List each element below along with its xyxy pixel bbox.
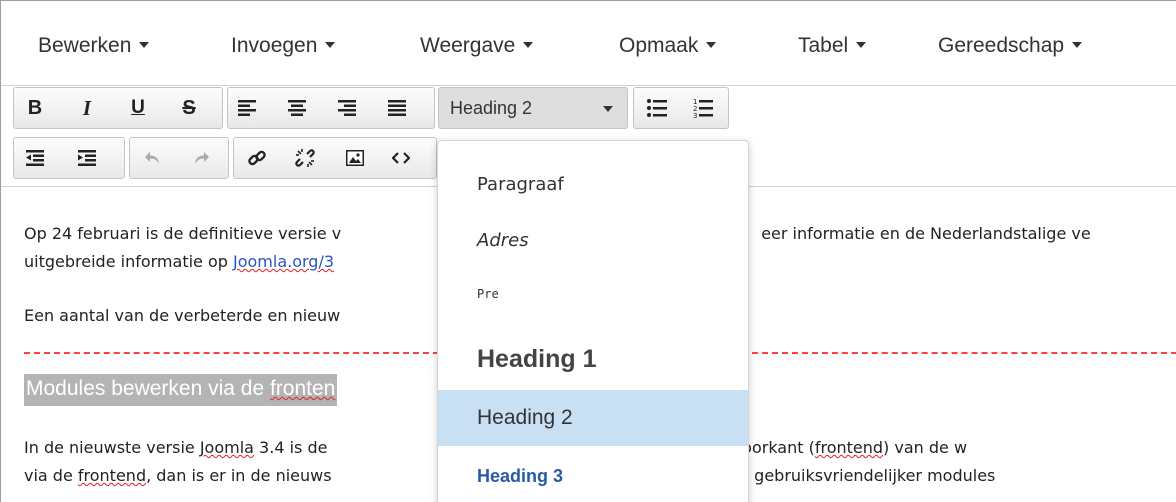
menu-bewerken-label: Bewerken bbox=[38, 34, 132, 57]
align-justify-icon bbox=[388, 100, 406, 116]
align-center-button[interactable] bbox=[280, 88, 314, 128]
format-option-label: Heading 2 bbox=[477, 406, 573, 429]
format-option-heading-2[interactable]: Heading 2 bbox=[438, 390, 748, 446]
menu-opmaak[interactable]: Opmaak bbox=[619, 33, 717, 59]
text-fragment: via de bbox=[24, 466, 78, 485]
svg-text:3: 3 bbox=[693, 112, 697, 118]
strikethrough-button[interactable]: S bbox=[172, 88, 206, 128]
text-fragment: fronten bbox=[269, 377, 336, 400]
align-right-icon bbox=[338, 100, 356, 116]
outdent-icon bbox=[26, 150, 44, 166]
alignment-group bbox=[227, 87, 435, 129]
bullet-list-button[interactable] bbox=[640, 88, 674, 128]
menu-tabel-label: Tabel bbox=[798, 34, 849, 57]
align-right-button[interactable] bbox=[330, 88, 364, 128]
redo-button[interactable] bbox=[184, 138, 218, 178]
text-fragment: , dan is er in de nieuws bbox=[146, 466, 332, 485]
link-icon bbox=[248, 150, 266, 166]
text-fragment: In de nieuwste versie bbox=[24, 438, 200, 457]
format-option-adres[interactable]: Adres bbox=[438, 212, 748, 268]
paragraph-2: Een aantal van de verbeterde en nieuw bbox=[24, 306, 340, 325]
indent-button[interactable] bbox=[70, 138, 104, 178]
caret-down-icon bbox=[325, 42, 336, 48]
format-option-label: Adres bbox=[477, 229, 529, 251]
format-option-paragraaf[interactable]: Paragraaf bbox=[438, 156, 748, 212]
bullet-list-icon bbox=[647, 99, 667, 117]
underline-glyph: U bbox=[131, 97, 145, 118]
insert-image-button[interactable] bbox=[338, 138, 372, 178]
caret-down-icon bbox=[706, 42, 717, 48]
menu-invoegen-label: Invoegen bbox=[231, 34, 318, 57]
caret-down-icon bbox=[523, 42, 534, 48]
align-left-button[interactable] bbox=[230, 88, 264, 128]
format-option-label: Pre bbox=[477, 287, 499, 301]
format-option-label: Heading 1 bbox=[477, 344, 597, 373]
caret-down-icon bbox=[1072, 42, 1083, 48]
toolbar-row-1: B I U S Heading 2 1 2 3 bbox=[1, 87, 1176, 129]
format-dropdown-menu: Paragraaf Adres Pre Heading 1 Heading 2 … bbox=[437, 140, 749, 502]
image-icon bbox=[346, 150, 364, 166]
menu-opmaak-label: Opmaak bbox=[619, 34, 699, 57]
italic-button[interactable]: I bbox=[70, 88, 104, 128]
align-left-icon bbox=[238, 100, 256, 116]
text-fragment: uitgebreide informatie op bbox=[24, 252, 233, 271]
menu-bar: Bewerken Invoegen Weergave Opmaak Tabel … bbox=[1, 1, 1176, 86]
text-style-group: B I U S bbox=[13, 87, 223, 129]
caret-down-icon bbox=[856, 42, 867, 48]
format-option-label: Paragraaf bbox=[477, 173, 564, 195]
bold-button[interactable]: B bbox=[18, 88, 52, 128]
format-option-heading-3[interactable]: Heading 3 bbox=[438, 448, 748, 502]
menu-bewerken[interactable]: Bewerken bbox=[38, 33, 150, 59]
indent-group bbox=[13, 137, 125, 179]
unlink-icon bbox=[295, 149, 315, 167]
bold-glyph: B bbox=[27, 96, 43, 119]
text-fragment: ) van de w bbox=[883, 438, 968, 457]
format-option-label: Heading 3 bbox=[477, 465, 564, 486]
insert-group bbox=[233, 137, 437, 179]
insert-link-button[interactable] bbox=[240, 138, 274, 178]
format-select[interactable]: Heading 2 bbox=[438, 87, 628, 129]
format-option-heading-1[interactable]: Heading 1 bbox=[438, 331, 748, 387]
caret-down-icon bbox=[139, 42, 150, 48]
align-justify-button[interactable] bbox=[380, 88, 414, 128]
list-group: 123 bbox=[633, 87, 729, 129]
menu-invoegen[interactable]: Invoegen bbox=[231, 33, 336, 59]
undo-button[interactable] bbox=[136, 138, 170, 178]
caret-down-icon bbox=[603, 106, 613, 112]
text-fragment: frontend bbox=[77, 466, 147, 485]
menu-tabel[interactable]: Tabel bbox=[798, 33, 867, 59]
selected-heading[interactable]: Modules bewerken via de fronten bbox=[24, 374, 338, 406]
text-fragment: eer informatie en de Nederlandstalige ve bbox=[761, 224, 1091, 243]
history-group bbox=[129, 137, 229, 179]
unlink-button[interactable] bbox=[288, 138, 322, 178]
menu-gereedschap[interactable]: Gereedschap bbox=[938, 33, 1083, 59]
undo-icon bbox=[145, 152, 159, 164]
menu-gereedschap-label: Gereedschap bbox=[938, 34, 1065, 57]
text-fragment: frontend bbox=[814, 438, 884, 457]
italic-glyph: I bbox=[82, 95, 92, 120]
numbered-list-button[interactable]: 123 bbox=[686, 88, 720, 128]
joomla-link[interactable]: Joomla.org/3 bbox=[233, 252, 334, 271]
strikethrough-glyph: S bbox=[182, 96, 196, 119]
indent-icon bbox=[78, 150, 96, 166]
menu-weergave-label: Weergave bbox=[420, 34, 516, 57]
numbered-list-icon: 123 bbox=[693, 98, 713, 118]
source-code-button[interactable] bbox=[384, 138, 418, 178]
menu-weergave[interactable]: Weergave bbox=[420, 33, 534, 59]
format-option-pre[interactable]: Pre bbox=[438, 266, 748, 322]
text-fragment: Op 24 februari is de definitieve versie … bbox=[24, 224, 342, 243]
code-icon bbox=[392, 152, 410, 164]
redo-icon bbox=[195, 152, 209, 164]
text-fragment: 3.4 is de bbox=[253, 438, 328, 457]
text-fragment: Joomla bbox=[199, 438, 254, 457]
underline-button[interactable]: U bbox=[121, 88, 155, 128]
align-center-icon bbox=[288, 100, 306, 116]
format-select-value: Heading 2 bbox=[450, 98, 533, 118]
text-fragment: Modules bewerken via de bbox=[26, 377, 270, 400]
outdent-button[interactable] bbox=[18, 138, 52, 178]
paragraph-1-line-2: uitgebreide informatie op Joomla.org/3 bbox=[24, 252, 334, 271]
text-fragment: Een aantal van de verbeterde en nieuw bbox=[24, 306, 341, 325]
rich-text-editor: Bewerken Invoegen Weergave Opmaak Tabel … bbox=[0, 0, 1176, 502]
